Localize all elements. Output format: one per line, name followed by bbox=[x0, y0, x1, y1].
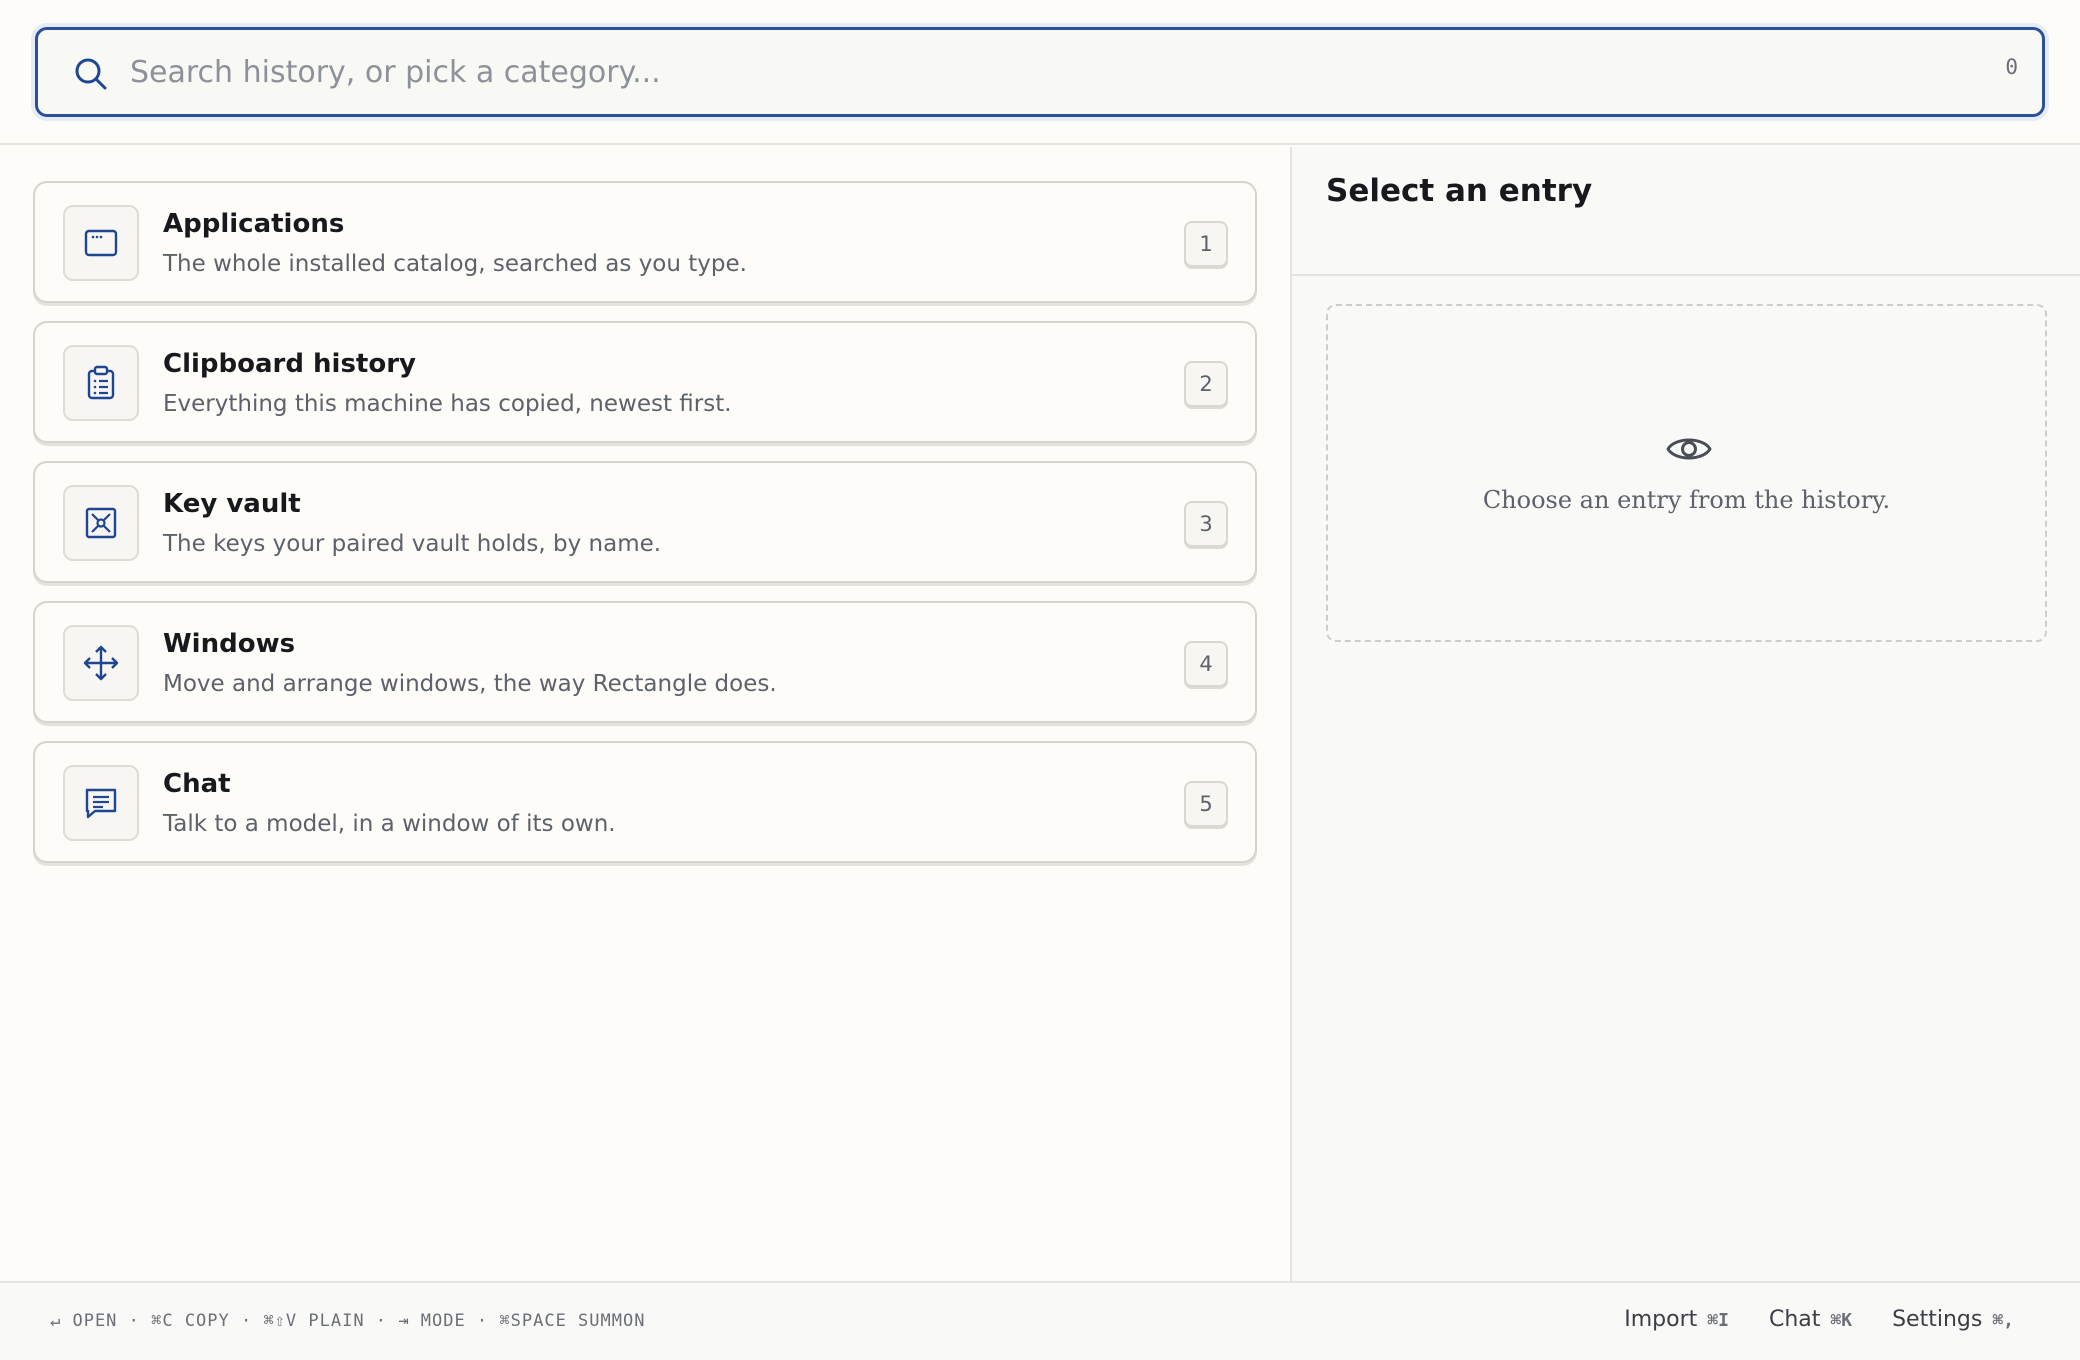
category-description: Everything this machine has copied, newe… bbox=[163, 391, 732, 417]
search-icon bbox=[75, 58, 107, 90]
footer-actions: Import ⌘I Chat ⌘K Settings ⌘, bbox=[1624, 1307, 2014, 1332]
empty-state-text: Choose an entry from the history. bbox=[1482, 486, 1891, 514]
category-description: The whole installed catalog, searched as… bbox=[163, 251, 747, 277]
move-arrows-icon bbox=[83, 645, 119, 681]
settings-label: Settings bbox=[1892, 1307, 1983, 1332]
preview-empty-state: Choose an entry from the history. bbox=[1326, 304, 2047, 642]
vault-icon bbox=[85, 507, 117, 539]
clipboard-icon bbox=[87, 365, 115, 400]
settings-shortcut: ⌘, bbox=[1992, 1310, 2014, 1331]
preview-header: Select an entry bbox=[1292, 147, 2080, 276]
category-title: Windows bbox=[163, 629, 296, 659]
shortcut-key-badge: 2 bbox=[1184, 361, 1228, 407]
chat-shortcut: ⌘K bbox=[1830, 1310, 1853, 1331]
preview-title: Select an entry bbox=[1326, 173, 1593, 209]
category-icon-box bbox=[63, 625, 139, 701]
shortcut-key-badge: 1 bbox=[1184, 221, 1228, 267]
settings-button[interactable]: Settings ⌘, bbox=[1892, 1307, 2014, 1332]
category-title: Applications bbox=[163, 209, 345, 239]
search-result-count: 0 bbox=[2005, 55, 2018, 79]
category-card-applications[interactable]: Applications The whole installed catalog… bbox=[33, 181, 1257, 303]
import-button[interactable]: Import ⌘I bbox=[1624, 1307, 1729, 1332]
search-header: 0 bbox=[0, 0, 2080, 145]
shortcut-key-badge: 3 bbox=[1184, 501, 1228, 547]
shortcut-key-badge: 4 bbox=[1184, 641, 1228, 687]
category-description: Move and arrange windows, the way Rectan… bbox=[163, 671, 777, 697]
category-description: Talk to a model, in a window of its own. bbox=[163, 811, 616, 837]
search-input[interactable] bbox=[130, 42, 1910, 102]
category-card-windows[interactable]: Windows Move and arrange windows, the wa… bbox=[33, 601, 1257, 723]
chat-button[interactable]: Chat ⌘K bbox=[1769, 1307, 1852, 1332]
eye-icon bbox=[1666, 438, 1712, 460]
chat-bubble-icon bbox=[85, 788, 117, 819]
category-icon-box bbox=[63, 765, 139, 841]
footer-bar: ↵ OPEN · ⌘C COPY · ⌘⇧V PLAIN · ⇥ MODE · … bbox=[0, 1281, 2080, 1360]
category-icon-box bbox=[63, 205, 139, 281]
category-list: Applications The whole installed catalog… bbox=[0, 147, 1290, 1281]
category-card-clipboard-history[interactable]: Clipboard history Everything this machin… bbox=[33, 321, 1257, 443]
category-description: The keys your paired vault holds, by nam… bbox=[163, 531, 662, 557]
category-title: Clipboard history bbox=[163, 349, 416, 379]
category-icon-box bbox=[63, 485, 139, 561]
preview-pane: Select an entry Choose an entry from the… bbox=[1292, 147, 2080, 1281]
import-shortcut: ⌘I bbox=[1707, 1310, 1729, 1331]
category-card-key-vault[interactable]: Key vault The keys your paired vault hol… bbox=[33, 461, 1257, 583]
shortcut-key-badge: 5 bbox=[1184, 781, 1228, 827]
import-label: Import bbox=[1624, 1307, 1698, 1332]
search-box[interactable]: 0 bbox=[35, 27, 2045, 117]
window-icon bbox=[84, 229, 118, 257]
category-icon-box bbox=[63, 345, 139, 421]
category-title: Chat bbox=[163, 769, 231, 799]
keyboard-hints: ↵ OPEN · ⌘C COPY · ⌘⇧V PLAIN · ⇥ MODE · … bbox=[50, 1311, 646, 1331]
chat-label: Chat bbox=[1768, 1307, 1821, 1332]
category-title: Key vault bbox=[163, 489, 301, 519]
category-card-chat[interactable]: Chat Talk to a model, in a window of its… bbox=[33, 741, 1257, 863]
